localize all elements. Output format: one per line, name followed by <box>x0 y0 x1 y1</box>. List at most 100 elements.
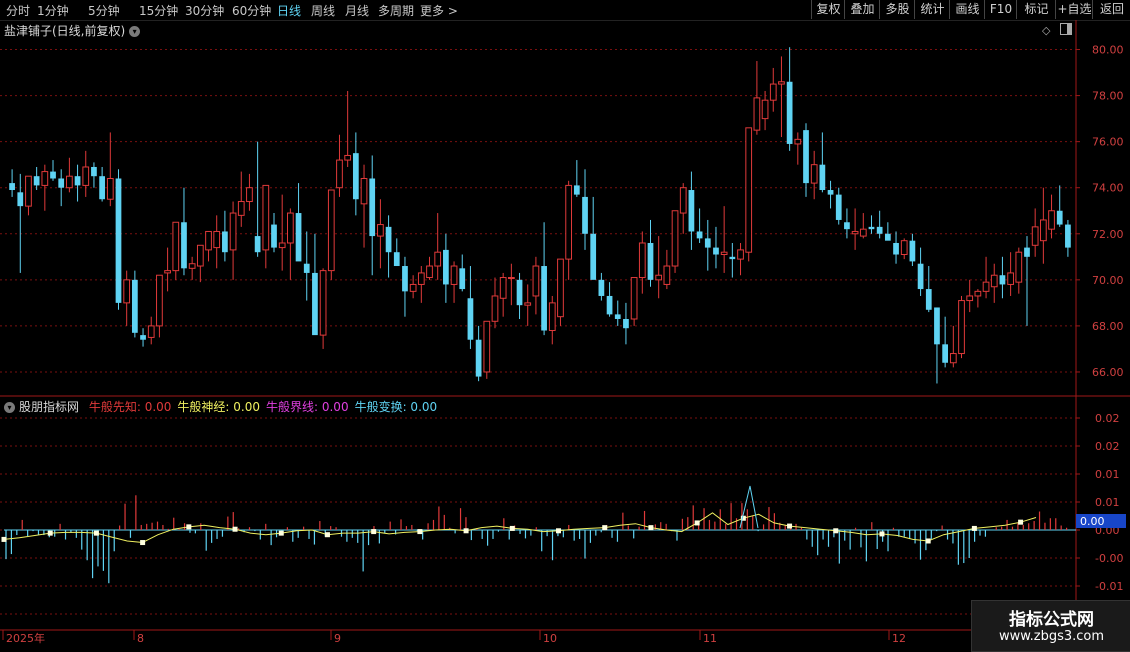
watermark-title: 指标公式网 <box>1009 610 1094 630</box>
signal-line <box>3 512 1037 544</box>
date-label: 9 <box>334 632 341 645</box>
candle-body <box>443 249 449 285</box>
toolbar-button-7[interactable]: +自选 <box>1055 0 1093 19</box>
sub-axis-label: 0.01 <box>1095 468 1120 481</box>
candle-body <box>196 244 204 267</box>
indicator-name: 股朋指标网 <box>19 400 80 414</box>
candle-body <box>327 189 335 272</box>
signal-marker <box>93 530 99 536</box>
tab-period-3[interactable]: 15分钟 <box>139 2 178 19</box>
candle-body <box>827 190 834 195</box>
candle-body <box>573 185 580 195</box>
candle-body <box>582 196 588 234</box>
toolbar-button-3[interactable]: 统计 <box>914 0 950 19</box>
signal-marker <box>417 529 423 535</box>
candle-body <box>966 295 974 302</box>
candle-body <box>131 279 138 333</box>
candle-body <box>704 238 711 248</box>
spike-line <box>739 485 759 529</box>
candle-body <box>982 281 990 292</box>
chevron-down-icon[interactable]: ▾ <box>129 26 141 37</box>
tab-period-2[interactable]: 5分钟 <box>88 2 120 19</box>
signal-marker <box>232 526 238 532</box>
candle-body <box>91 166 97 177</box>
candle-body <box>262 184 270 251</box>
signal-marker <box>324 532 330 538</box>
tab-period-4[interactable]: 30分钟 <box>185 2 224 19</box>
date-label: 12 <box>892 632 906 645</box>
tab-period-7[interactable]: 周线 <box>311 2 335 19</box>
candle-body <box>623 318 629 329</box>
sub-axis-label: 0.01 <box>1095 496 1120 509</box>
candle-body <box>385 226 392 253</box>
candle-body <box>467 298 474 340</box>
price-label: 80.00 <box>1092 44 1124 57</box>
candle-body <box>434 251 442 267</box>
candle-body <box>41 171 49 186</box>
signal-marker <box>925 538 931 544</box>
candle-body <box>876 226 883 234</box>
candle-body <box>312 272 318 336</box>
tab-period-10[interactable]: 更多 > <box>420 2 458 19</box>
candle-body <box>893 242 899 255</box>
candle-body <box>974 290 982 297</box>
candle-body <box>516 279 523 306</box>
tab-period-1[interactable]: 1分钟 <box>37 2 69 19</box>
indicator-value-0: 牛般先知: 0.00 <box>88 400 172 414</box>
toolbar-button-2[interactable]: 多股 <box>879 0 915 19</box>
price-label: 76.00 <box>1092 136 1124 149</box>
candle-body <box>25 175 32 207</box>
candle-body <box>900 240 908 256</box>
candle-body <box>859 228 867 237</box>
candle-body <box>647 242 654 280</box>
chevron-down-icon[interactable]: ▾ <box>4 402 15 413</box>
signal-marker <box>971 525 977 531</box>
toolbar-button-6[interactable]: 标记 <box>1016 0 1056 19</box>
signal-marker <box>278 530 284 536</box>
candle-body <box>729 256 736 260</box>
candle-body <box>491 295 499 322</box>
indicator-value-1: 牛般神经: 0.00 <box>177 400 260 414</box>
candle-body <box>499 277 507 299</box>
candle-body <box>205 230 212 251</box>
toolbar-button-0[interactable]: 复权 <box>811 0 845 19</box>
panel-toggle-icon[interactable] <box>1060 23 1072 35</box>
candle-body <box>679 187 687 214</box>
candle-body <box>336 159 343 189</box>
toolbar-button-4[interactable]: 画线 <box>949 0 985 19</box>
indicator-row: ▾ 股朋指标网 牛般先知: 0.00 牛般神经: 0.00 牛般界线: 0.00 牛般变… <box>4 398 449 415</box>
candle-body <box>761 99 769 120</box>
candle-body <box>295 213 302 262</box>
date-label: 10 <box>543 632 557 645</box>
tab-period-8[interactable]: 月线 <box>345 2 369 19</box>
toolbar-button-8[interactable]: 返回 <box>1092 0 1130 19</box>
tab-period-9[interactable]: 多周期 <box>378 2 414 19</box>
tab-period-6[interactable]: 日线 <box>277 2 301 19</box>
candle-body <box>778 81 785 85</box>
candle-body <box>541 266 547 331</box>
candle-body <box>450 265 458 285</box>
kline-chart[interactable]: 80.0078.0076.0074.0072.0070.0068.0066.00… <box>0 0 1130 650</box>
candle-body <box>1031 226 1039 246</box>
candle-body <box>548 302 556 332</box>
tab-period-5[interactable]: 60分钟 <box>232 2 271 19</box>
candle-body <box>688 190 695 232</box>
signal-marker <box>47 530 53 536</box>
candle-body <box>810 164 818 184</box>
date-label: 8 <box>137 632 144 645</box>
candle-body <box>1024 247 1030 257</box>
candle-body <box>532 265 540 297</box>
signal-marker <box>186 524 192 530</box>
tab-period-0[interactable]: 分时 <box>6 2 30 19</box>
candle-body <box>507 277 515 280</box>
price-label: 74.00 <box>1092 182 1124 195</box>
toolbar-button-5[interactable]: F10 <box>984 0 1017 19</box>
candle-body <box>524 302 532 306</box>
diamond-icon[interactable]: ◇ <box>1042 24 1050 37</box>
candle-body <box>246 187 253 203</box>
candle-body <box>33 176 40 186</box>
sub-axis-label: -0.00 <box>1095 552 1123 565</box>
candle-body <box>663 265 671 285</box>
toolbar-button-1[interactable]: 叠加 <box>844 0 880 19</box>
candle-body <box>66 175 73 189</box>
